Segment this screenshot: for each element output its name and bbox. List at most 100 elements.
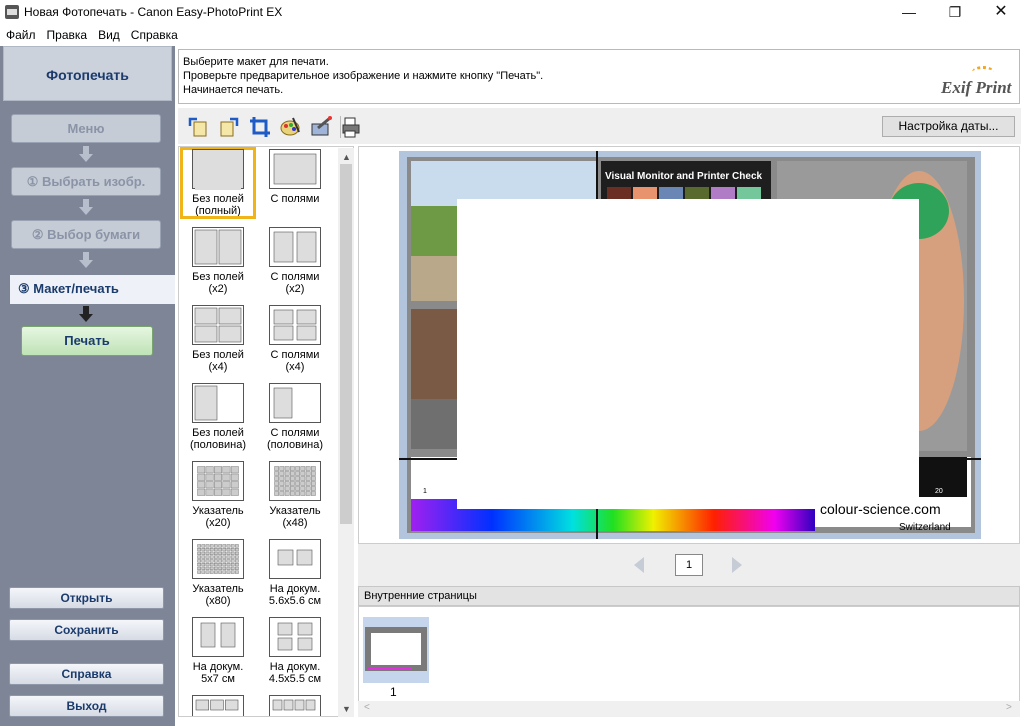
print-settings-icon[interactable] [340,116,362,138]
step-arrow-icon [79,199,93,215]
layout-thumbnail [269,305,321,345]
prev-page-icon[interactable] [634,557,644,573]
layout-option[interactable]: Без полей (половина) [182,383,254,451]
step-select-images-button[interactable]: ① Выбрать изобр. [11,167,161,196]
layout-label: С полями [270,349,320,361]
layout-thumbnail [269,539,321,579]
layout-label: На докум. [269,661,321,673]
layout-label: (x80) [205,595,231,607]
inner-pages-header: Внутренние страницы [358,586,1020,606]
app-icon [5,5,19,19]
step-select-paper-button[interactable]: ② Выбор бумаги [11,220,161,249]
menu-edit[interactable]: Правка [41,27,93,43]
menu-help[interactable]: Справка [125,27,183,43]
layout-label: (x2) [208,283,228,295]
open-button[interactable]: Открыть [9,587,164,609]
layout-thumbnail [192,539,244,579]
menu-bar: Файл Правка Вид Справка [0,26,1024,46]
layouts-scrollbar[interactable]: ▲ ▼ [338,148,354,717]
step-arrow-icon [79,146,93,162]
layout-label: На докум. [192,661,244,673]
step-menu-button[interactable]: Меню [11,114,161,143]
instruction-line: Начинается печать. [183,84,284,96]
help-button[interactable]: Справка [9,663,164,685]
close-button[interactable]: ✕ [978,0,1024,26]
page-thumbnail-label: 1 [390,685,397,699]
layout-label: Указатель [192,505,244,517]
exit-button[interactable]: Выход [9,695,164,717]
layout-option[interactable] [182,695,254,716]
step-layout-print-button[interactable]: ③ Макет/печать [10,275,175,304]
date-settings-button[interactable]: Настройка даты... [882,116,1015,137]
layout-label: (половина) [267,439,323,451]
effects-icon[interactable] [310,116,332,138]
layout-option[interactable]: С полями (x2) [259,227,331,295]
print-preview: Visual Monitor and Printer Check colour-… [358,146,1020,544]
print-button[interactable]: Печать [21,326,153,356]
page-navigator: 1 [358,544,1020,586]
scrollbar-thumb[interactable] [340,164,352,524]
scroll-up-icon[interactable]: ▲ [342,152,351,162]
instructions-panel: Выберите макет для печати. Проверьте пре… [178,49,1020,104]
layout-label: (x4) [208,361,228,373]
layout-label: Без полей [192,271,244,283]
rotate-right-icon[interactable] [218,116,240,138]
title-bar: Новая Фотопечать - Canon Easy-PhotoPrint… [0,0,1024,26]
layout-option[interactable]: С полями [259,149,331,205]
preview-image: Visual Monitor and Printer Check colour-… [399,151,981,539]
minimize-button[interactable]: — [886,0,932,26]
layout-thumbnail [192,305,244,345]
scroll-left-icon[interactable]: < [364,702,370,713]
layout-thumbnail [269,461,321,501]
layout-option[interactable]: Без полей (x4) [182,305,254,373]
layout-thumbnail [192,461,244,501]
layout-thumbnail [269,227,321,267]
layout-option[interactable]: Без полей (полный) [180,147,256,219]
preview-country-text: Switzerland [899,522,951,533]
layout-thumbnail [192,227,244,267]
rotate-left-icon[interactable] [187,116,209,138]
navigation-panel: Фотопечать Меню ① Выбрать изобр. ② Выбор… [0,46,175,726]
layout-label: Без полей [192,349,244,361]
layout-thumbnail [269,383,321,423]
layout-option[interactable]: С полями (половина) [259,383,331,451]
layout-option[interactable]: На докум. 5x7 см [182,617,254,685]
layout-thumbnail [269,695,321,716]
layout-option[interactable]: На докум. 5.6x5.6 см [259,539,331,607]
exif-print-logo: Exif Print [941,66,1011,98]
inner-pages-scrollbar[interactable]: < > [358,701,1020,717]
menu-file[interactable]: Файл [0,27,41,43]
layout-label: Без полей [192,427,244,439]
save-button[interactable]: Сохранить [9,619,164,641]
layout-option[interactable]: С полями (x4) [259,305,331,373]
step-arrow-icon [79,252,93,268]
page-thumbnail[interactable] [363,617,429,683]
crop-icon[interactable] [249,116,271,138]
page-number: 1 [675,554,703,576]
layout-option[interactable] [259,695,331,716]
image-correction-icon[interactable] [279,116,301,138]
layout-option[interactable]: Без полей (x2) [182,227,254,295]
layout-label: 5.6x5.6 см [268,595,322,607]
layout-option[interactable]: Указатель (x20) [182,461,254,529]
preview-gray-label: 20 [935,488,943,495]
layouts-list: Без полей (полный) С полями Без полей (x2) С … [178,146,354,717]
preview-chart-title: Visual Monitor and Printer Check [605,171,763,182]
preview-page[interactable]: Visual Monitor and Printer Check colour-… [399,151,981,539]
layout-thumbnail [192,695,244,716]
layout-option[interactable]: На докум. 4.5x5.5 см [259,617,331,685]
layout-option[interactable]: Указатель (x48) [259,461,331,529]
layout-label: Указатель [192,583,244,595]
layout-thumbnail [192,383,244,423]
scroll-down-icon[interactable]: ▼ [342,704,351,714]
layout-label: (x20) [205,517,231,529]
layout-label: Без полей [192,193,244,205]
layout-label: С полями [270,427,320,439]
menu-view[interactable]: Вид [92,27,125,43]
maximize-button[interactable]: ❐ [932,0,978,26]
layout-option[interactable]: Указатель (x80) [182,539,254,607]
layout-label: (x2) [285,283,305,295]
layout-thumbnail [269,149,321,189]
scroll-right-icon[interactable]: > [1006,702,1012,713]
next-page-icon[interactable] [732,557,742,573]
